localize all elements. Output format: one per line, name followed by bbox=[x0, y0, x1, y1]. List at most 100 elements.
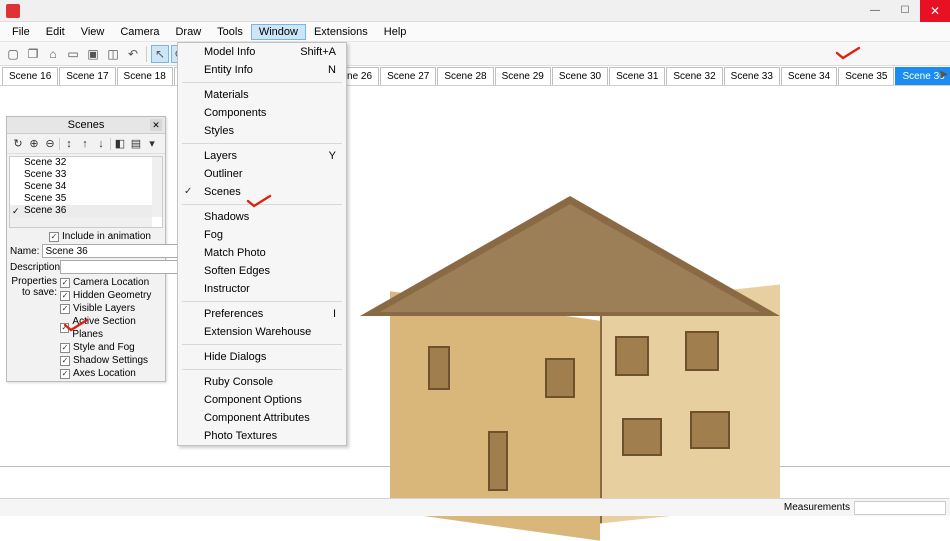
file-icon[interactable]: ▢ bbox=[4, 45, 22, 63]
measurements-input[interactable] bbox=[854, 501, 946, 515]
panel-tool-icon[interactable]: ↕ bbox=[62, 137, 76, 151]
menu-item-match-photo[interactable]: Match Photo bbox=[178, 244, 346, 262]
scenes-panel[interactable]: Scenes ✕ ↻⊕⊖↕↑↓◧▤▾ Scene 32Scene 33Scene… bbox=[6, 116, 166, 382]
property-row[interactable]: ✓Active Section Planes bbox=[60, 315, 162, 341]
property-row[interactable]: ✓Axes Location bbox=[60, 367, 162, 380]
panel-tool-icon[interactable]: ▾ bbox=[145, 137, 159, 151]
checkbox-icon[interactable]: ✓ bbox=[60, 323, 69, 333]
undo-icon[interactable]: ↶ bbox=[124, 45, 142, 63]
menu-item-outliner[interactable]: Outliner bbox=[178, 165, 346, 183]
scene-tab[interactable]: Scene 17 bbox=[59, 67, 115, 85]
name-input[interactable] bbox=[42, 244, 180, 258]
scene-tab[interactable]: Scene 32 bbox=[666, 67, 722, 85]
property-row[interactable]: ✓Hidden Geometry bbox=[60, 289, 162, 302]
property-row[interactable]: ✓Style and Fog bbox=[60, 341, 162, 354]
property-label: Axes Location bbox=[73, 367, 136, 380]
menu-extensions[interactable]: Extensions bbox=[306, 24, 376, 40]
scene-list-item[interactable]: Scene 35 bbox=[10, 193, 162, 205]
menu-item-preferences[interactable]: PreferencesI bbox=[178, 305, 346, 323]
scene-tab[interactable]: Scene 18 bbox=[117, 67, 173, 85]
scene-list-item[interactable]: Scene 34 bbox=[10, 181, 162, 193]
property-row[interactable]: ✓Shadow Settings bbox=[60, 354, 162, 367]
scrollbar-horizontal[interactable] bbox=[10, 217, 152, 227]
menu-item-label: Outliner bbox=[204, 168, 243, 180]
menu-item-component-attributes[interactable]: Component Attributes bbox=[178, 409, 346, 427]
menu-tools[interactable]: Tools bbox=[209, 24, 251, 40]
scenes-panel-title[interactable]: Scenes ✕ bbox=[7, 117, 165, 134]
menu-item-entity-info[interactable]: Entity InfoN bbox=[178, 61, 346, 79]
scene-tab[interactable]: Scene 27 bbox=[380, 67, 436, 85]
menu-item-shadows[interactable]: Shadows bbox=[178, 208, 346, 226]
prism-icon[interactable]: ◫ bbox=[104, 45, 122, 63]
home-icon[interactable]: ⌂ bbox=[44, 45, 62, 63]
menu-item-label: Entity Info bbox=[204, 64, 253, 76]
scene-tab[interactable]: Scene 35 bbox=[838, 67, 894, 85]
checkbox-icon[interactable]: ✓ bbox=[60, 369, 70, 379]
menu-item-label: Styles bbox=[204, 125, 234, 137]
menu-item-extension-warehouse[interactable]: Extension Warehouse bbox=[178, 323, 346, 341]
menu-view[interactable]: View bbox=[73, 24, 113, 40]
scene-tab[interactable]: Scene 33 bbox=[724, 67, 780, 85]
scene-list-item[interactable]: Scene 32 bbox=[10, 157, 162, 169]
menu-draw[interactable]: Draw bbox=[167, 24, 209, 40]
checkbox-icon[interactable]: ✓ bbox=[60, 343, 70, 353]
checkbox-icon[interactable]: ✓ bbox=[60, 278, 70, 288]
properties-label-1: Properties bbox=[10, 276, 57, 287]
scene-tab[interactable]: Scene 29 bbox=[495, 67, 551, 85]
menu-item-fog[interactable]: Fog bbox=[178, 226, 346, 244]
panel-close-icon[interactable]: ✕ bbox=[150, 119, 162, 131]
panel-tool-icon[interactable]: ↓ bbox=[94, 137, 108, 151]
menu-edit[interactable]: Edit bbox=[38, 24, 73, 40]
scene-tabs-scroll-right[interactable]: ▶ bbox=[940, 69, 948, 80]
include-in-animation-row[interactable]: ✓ Include in animation bbox=[7, 230, 165, 243]
menu-item-model-info[interactable]: Model InfoShift+A bbox=[178, 43, 346, 61]
panel-tool-icon[interactable]: ⊕ bbox=[27, 137, 41, 151]
panel-tool-icon[interactable]: ◧ bbox=[113, 137, 127, 151]
statusbar: Measurements bbox=[0, 498, 950, 516]
menu-file[interactable]: File bbox=[4, 24, 38, 40]
cursor-icon[interactable]: ↖ bbox=[151, 45, 169, 63]
menu-camera[interactable]: Camera bbox=[112, 24, 167, 40]
checkbox-icon[interactable]: ✓ bbox=[60, 291, 70, 301]
scene-tab[interactable]: Scene 31 bbox=[609, 67, 665, 85]
menu-item-component-options[interactable]: Component Options bbox=[178, 391, 346, 409]
menu-item-layers[interactable]: LayersY bbox=[178, 147, 346, 165]
maximize-button[interactable]: ☐ bbox=[890, 0, 920, 22]
scrollbar-vertical[interactable] bbox=[152, 157, 162, 217]
panel-tool-icon[interactable]: ▤ bbox=[129, 137, 143, 151]
scene-tab[interactable]: Scene 28 bbox=[437, 67, 493, 85]
scene-list-item[interactable]: Scene 33 bbox=[10, 169, 162, 181]
checkbox-icon[interactable]: ✓ bbox=[60, 304, 70, 314]
checkbox-icon[interactable]: ✓ bbox=[49, 232, 59, 242]
menu-window[interactable]: Window bbox=[251, 24, 306, 40]
scene-list[interactable]: Scene 32Scene 33Scene 34Scene 35✓Scene 3… bbox=[9, 156, 163, 228]
panel-tool-icon[interactable]: ↻ bbox=[11, 137, 25, 151]
menu-item-components[interactable]: Components bbox=[178, 104, 346, 122]
menu-item-ruby-console[interactable]: Ruby Console bbox=[178, 373, 346, 391]
menu-help[interactable]: Help bbox=[376, 24, 415, 40]
menu-item-instructor[interactable]: Instructor bbox=[178, 280, 346, 298]
box-icon[interactable]: ▣ bbox=[84, 45, 102, 63]
menu-item-scenes[interactable]: ✓Scenes bbox=[178, 183, 346, 201]
menu-item-styles[interactable]: Styles bbox=[178, 122, 346, 140]
menu-item-soften-edges[interactable]: Soften Edges bbox=[178, 262, 346, 280]
menu-item-materials[interactable]: Materials bbox=[178, 86, 346, 104]
menu-item-label: Ruby Console bbox=[204, 376, 273, 388]
menu-item-label: Preferences bbox=[204, 308, 263, 320]
property-row[interactable]: ✓Camera Location bbox=[60, 276, 162, 289]
menu-item-photo-textures[interactable]: Photo Textures bbox=[178, 427, 346, 445]
menu-item-label: Component Options bbox=[204, 394, 302, 406]
checkbox-icon[interactable]: ✓ bbox=[60, 356, 70, 366]
scene-tab[interactable]: Scene 16 bbox=[2, 67, 58, 85]
property-row[interactable]: ✓Visible Layers bbox=[60, 302, 162, 315]
scene-tab[interactable]: Scene 34 bbox=[781, 67, 837, 85]
files-icon[interactable]: ❐ bbox=[24, 45, 42, 63]
scene-list-item[interactable]: ✓Scene 36 bbox=[10, 205, 162, 217]
close-button[interactable]: ✕ bbox=[920, 0, 950, 22]
book-icon[interactable]: ▭ bbox=[64, 45, 82, 63]
menu-item-hide-dialogs[interactable]: Hide Dialogs bbox=[178, 348, 346, 366]
panel-tool-icon[interactable]: ↑ bbox=[78, 137, 92, 151]
minimize-button[interactable]: — bbox=[860, 0, 890, 22]
panel-tool-icon[interactable]: ⊖ bbox=[43, 137, 57, 151]
scene-tab[interactable]: Scene 30 bbox=[552, 67, 608, 85]
